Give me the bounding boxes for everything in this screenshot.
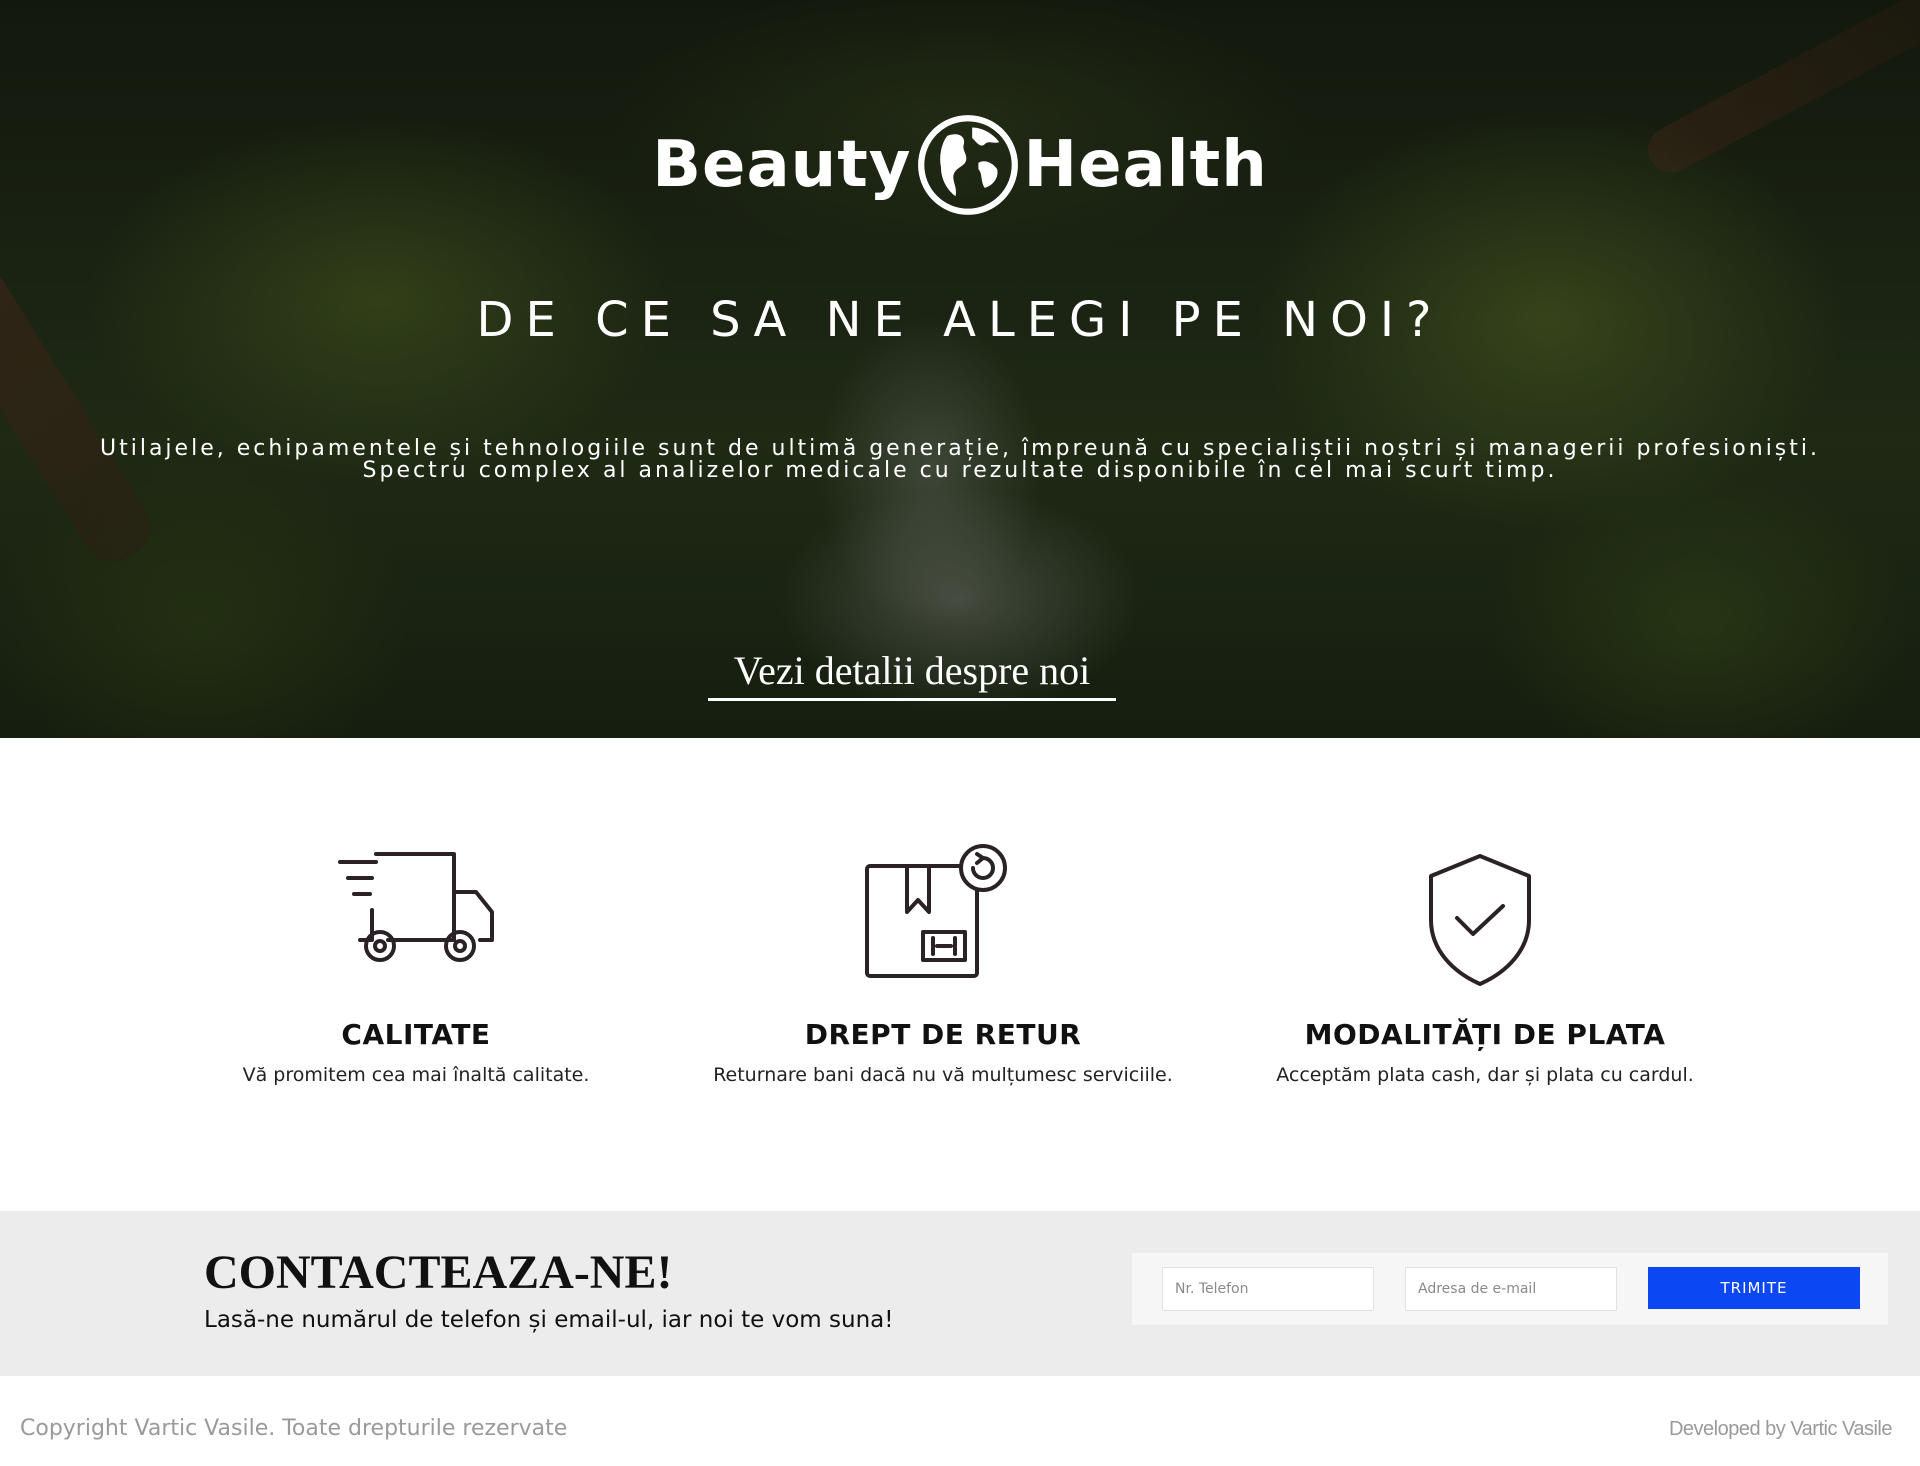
- delivery-truck-icon: [338, 852, 494, 962]
- feature-title: MODALITĂȚI DE PLATA: [1304, 1018, 1666, 1051]
- about-us-link[interactable]: Vezi detalii despre noi: [708, 645, 1116, 701]
- logo-text-left: Beauty: [652, 128, 912, 202]
- feature-description: Returnare bani dacă nu vă mulțumesc serv…: [713, 1064, 1173, 1086]
- footer: Copyright Vartic Vasile. Toate drepturil…: [0, 1376, 1920, 1466]
- feature-description: Acceptăm plata cash, dar și plata cu car…: [1276, 1064, 1694, 1086]
- shield-check-icon: [1429, 854, 1531, 986]
- feature-title: DREPT DE RETUR: [804, 1018, 1082, 1051]
- phone-input[interactable]: [1162, 1267, 1374, 1311]
- feature-title: CALITATE: [341, 1018, 491, 1051]
- contact-title: CONTACTEAZA-NE!: [204, 1246, 673, 1299]
- developer-credit: Developed by Vartic Vasile: [1668, 1418, 1893, 1440]
- contact-section: CONTACTEAZA-NE! Lasă-ne numărul de telef…: [0, 1211, 1920, 1376]
- email-input[interactable]: [1405, 1267, 1617, 1311]
- hero-title: DE CE SA NE ALEGI PE NOI?: [476, 292, 1444, 348]
- logo-text-right: Health: [1023, 128, 1268, 202]
- submit-button[interactable]: TRIMITE: [1648, 1267, 1860, 1309]
- contact-form: TRIMITE: [1132, 1253, 1888, 1325]
- hero-description: Utilajele, echipamentele și tehnologiile…: [100, 436, 1820, 483]
- return-box-icon: [865, 844, 1007, 978]
- globe-icon: [917, 115, 1018, 215]
- copyright-text: Copyright Vartic Vasile. Toate drepturil…: [20, 1416, 568, 1441]
- feature-description: Vă promitem cea mai înaltă calitate.: [242, 1064, 590, 1086]
- hero-section: Beauty Health DE CE SA NE ALEGI PE NOI? …: [0, 0, 1920, 738]
- features-section: CALITATE Vă promitem cea mai înaltă cali…: [0, 738, 1920, 1211]
- contact-subtitle: Lasă-ne numărul de telefon și email-ul, …: [204, 1307, 894, 1333]
- site-logo[interactable]: Beauty Health: [650, 110, 1270, 220]
